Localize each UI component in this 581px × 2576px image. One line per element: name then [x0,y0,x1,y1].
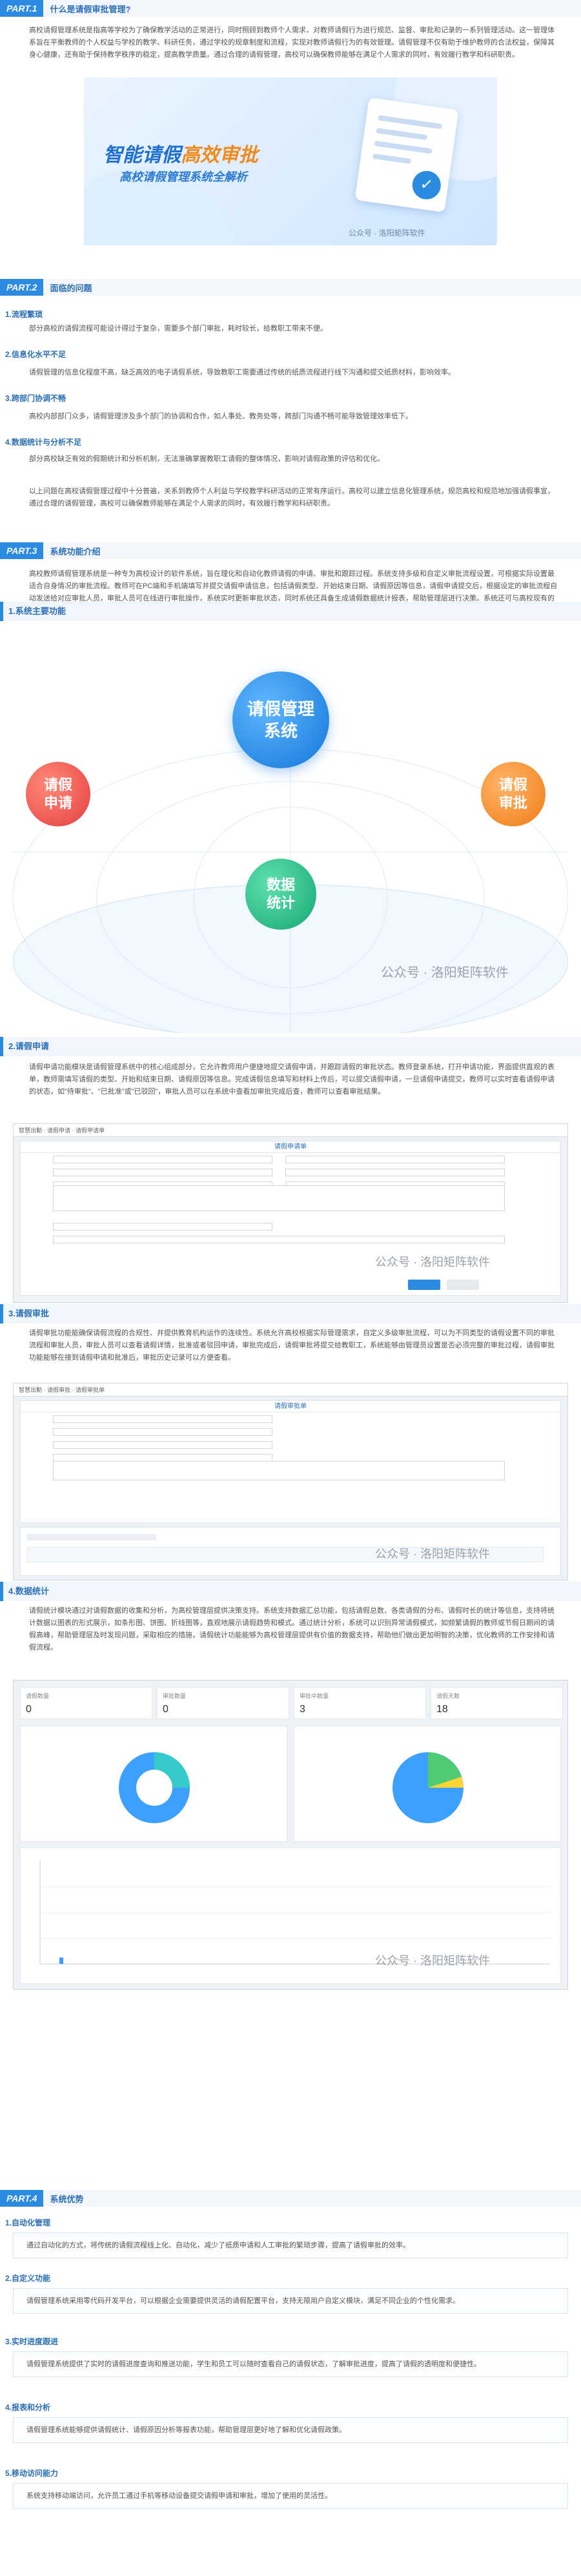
p3-s3-text: 请假审批功能能确保请假流程的合规性、并提供教育机构运作的连续性。系统允许高校根据… [29,1329,555,1362]
part3-header: PART.3 系统功能介绍 [0,542,581,559]
cancel-button[interactable] [447,1280,479,1290]
remark-field[interactable] [53,1236,505,1243]
p3-s3-header: 3.请假审批 [0,1304,581,1324]
apply-form-panel: 请假申请单 [20,1141,561,1296]
p2-item3-text: 高校内部部门众多，请假管理涉及多个部门的协调和合作，如人事处、教务处等，跨部门沟… [29,413,413,420]
p4-item4-title: 4.报表和分析 [5,2403,51,2412]
part4-title: 系统优势 [50,2194,84,2204]
node-leave-approve: 请假 审批 [481,762,545,826]
p3-s4-label: 4.数据统计 [8,1586,49,1596]
p2-item2-title: 2.信息化水平不足 [5,350,66,359]
part2-header: PART.2 面临的问题 [0,279,581,296]
approve-start-field[interactable] [53,1441,272,1449]
p4-item5-title: 5.移动访问能力 [5,2469,59,2478]
p4-item2-title: 2.自定义功能 [5,2274,51,2283]
p2-summary: 以上问题在高校请假管理过程中十分普遍，关系到教师个人利益与学校教学科研活动的正常… [29,487,555,507]
p3-s4-text: 请假统计模块通过对请假数据的收集和分析，为高校管理层提供决策支持。系统支持数据汇… [29,1607,555,1651]
function-diagram: 请假管理 系统 请假 申请 请假 审批 数据 统计 公众号 · 洛阳矩阵软件 [12,639,569,1047]
watermark: 公众号 · 洛阳矩阵软件 [381,966,509,980]
watermark: 公众号 · 洛阳矩阵软件 [375,1256,490,1269]
kpi-leave-days: 请假天数 18 [431,1687,563,1719]
screenshot-breadcrumb: 智慧出勤 · 请假审批 · 请假审批单 [14,1384,567,1396]
document-icon: ✓ [354,97,459,212]
p2-item1-title: 1.流程繁琐 [5,310,43,319]
p3-s2-header: 2.请假申请 [0,1037,581,1056]
p4-item1-title: 1.自动化管理 [5,2218,51,2227]
leave-apply-screenshot: 智慧出勤 · 请假申请 · 请假申请单 请假申请单 公众号 · 洛阳矩阵软件 [13,1123,568,1303]
p4-item4-text: 请假管理系统能够提供请假统计、请假原因分析等报表功能，帮助管理层更好地了解和优化… [13,2417,568,2443]
part4-header: PART.4 系统优势 [0,2190,581,2207]
leave-type-field[interactable] [53,1169,272,1176]
submit-button[interactable] [408,1280,440,1290]
leave-approve-screenshot: 智慧出勤 · 请假审批 · 请假审批单 请假审批单 公众号 · 洛阳矩阵软件 [13,1383,568,1580]
part3-tag: PART.3 [0,542,44,559]
part1-title: 什么是请假审批管理? [50,4,131,14]
center-node-system: 请假管理 系统 [232,671,329,768]
reason-field[interactable] [53,1185,505,1211]
p3-s2-label: 2.请假申请 [8,1041,49,1051]
kpi-leave-count: 请假数量 0 [20,1687,152,1719]
p2-item4-text: 部分高校缺乏有效的假期统计和分析机制，无法准确掌握教职工请假的整体情况，影响对请… [29,455,384,463]
watermark: 公众号 · 洛阳矩阵软件 [375,1954,490,1967]
p3-s4-header: 4.数据统计 [0,1582,581,1601]
kpi-approve-count: 审批数量 0 [157,1687,289,1719]
approve-applicant-field[interactable] [53,1415,272,1423]
apply-form-title: 请假申请单 [21,1141,560,1153]
part2-tag: PART.2 [0,279,44,296]
approve-form-panel: 请假审批单 [20,1400,561,1523]
banner-headline: 智能请假高效审批 [103,145,258,166]
check-icon: ✓ [410,169,443,201]
node-data-stats: 数据 统计 [245,859,316,930]
pie-chart-panel-1 [20,1726,287,1842]
part1-banner: 智能请假高效审批 高校请假管理系统全解析 ✓ 公众号 · 洛阳矩阵软件 [84,77,497,245]
p3-s1-label: 1.系统主要功能 [8,606,66,616]
pie-chart-2 [392,1752,464,1823]
kpi-in-progress: 审批中数量 3 [294,1687,426,1719]
department-field[interactable] [285,1156,505,1163]
approve-form-title: 请假审批单 [21,1401,560,1413]
pie-chart-1 [119,1752,190,1823]
screenshot-breadcrumb: 智慧出勤 · 请假申请 · 请假申请单 [14,1124,567,1137]
p2-item4-title: 4.数据统计与分析不足 [5,438,82,447]
part1-paragraph: 高校请假管理系统是指高等学校为了确保教学活动的正常进行，同时照顾到教师个人需求，… [29,26,555,59]
attachment-field[interactable] [53,1223,272,1231]
banner-subtitle: 高校请假管理系统全解析 [119,170,247,183]
p4-item3-title: 3.实时进度跟进 [5,2337,59,2346]
p4-item2-text: 请假管理系统采用零代码开发平台，可以根据企业需要提供灵活的请假配置平台，支持无限… [13,2288,568,2314]
leave-days-field[interactable] [285,1169,505,1176]
p2-item2-text: 请假管理的信息化程度不高，缺乏高效的电子请假系统，导致教职工需要通过传统的纸质流… [29,369,455,376]
stats-dashboard-screenshot: 请假数量 0 审批数量 0 审批中数量 3 请假天数 18 公众号 · 洛阳矩阵软件 [13,1680,568,1990]
part3-title: 系统功能介绍 [50,546,101,557]
applicant-field[interactable] [53,1156,272,1163]
p3-s2-text: 请假申请功能模块是请假管理系统中的核心组成部分，它允许教师用户便捷地提交请假申请… [29,1063,555,1096]
p4-item5-text: 系统支持移动端访问，允许员工通过手机等移动设备提交请假申请和审批，增加了使用的灵… [13,2483,568,2509]
watermark: 公众号 · 洛阳矩阵软件 [375,1548,490,1560]
pie-chart-panel-2 [294,1726,561,1842]
p3-s3-label: 3.请假审批 [8,1309,49,1318]
part4-tag: PART.4 [0,2190,44,2207]
approve-type-field[interactable] [53,1428,272,1436]
part2-title: 面临的问题 [50,283,92,293]
p4-item3-text: 请假管理系统提供了实时的请假进度查询和推送功能，学生和员工可以随时查看自己的请假… [13,2351,568,2377]
approve-reason-field[interactable] [53,1461,505,1480]
p4-item1-text: 通过自动化的方式，将传统的请假流程线上化、自动化，减少了纸质申请和人工审批的繁琐… [13,2233,568,2258]
p2-item1-text: 部分高校的请假流程可能设计得过于复杂，需要多个部门审批，耗时较长，给教职工带来不… [29,325,327,332]
p2-item3-title: 3.跨部门协调不畅 [5,394,66,403]
banner-footer: 公众号 · 洛阳矩阵软件 [349,229,425,238]
part1-header: PART.1 什么是请假审批管理? [0,0,581,17]
part1-tag: PART.1 [0,0,44,17]
node-leave-apply: 请假 申请 [26,762,90,826]
p3-s1-header: 1.系统主要功能 [0,602,581,621]
